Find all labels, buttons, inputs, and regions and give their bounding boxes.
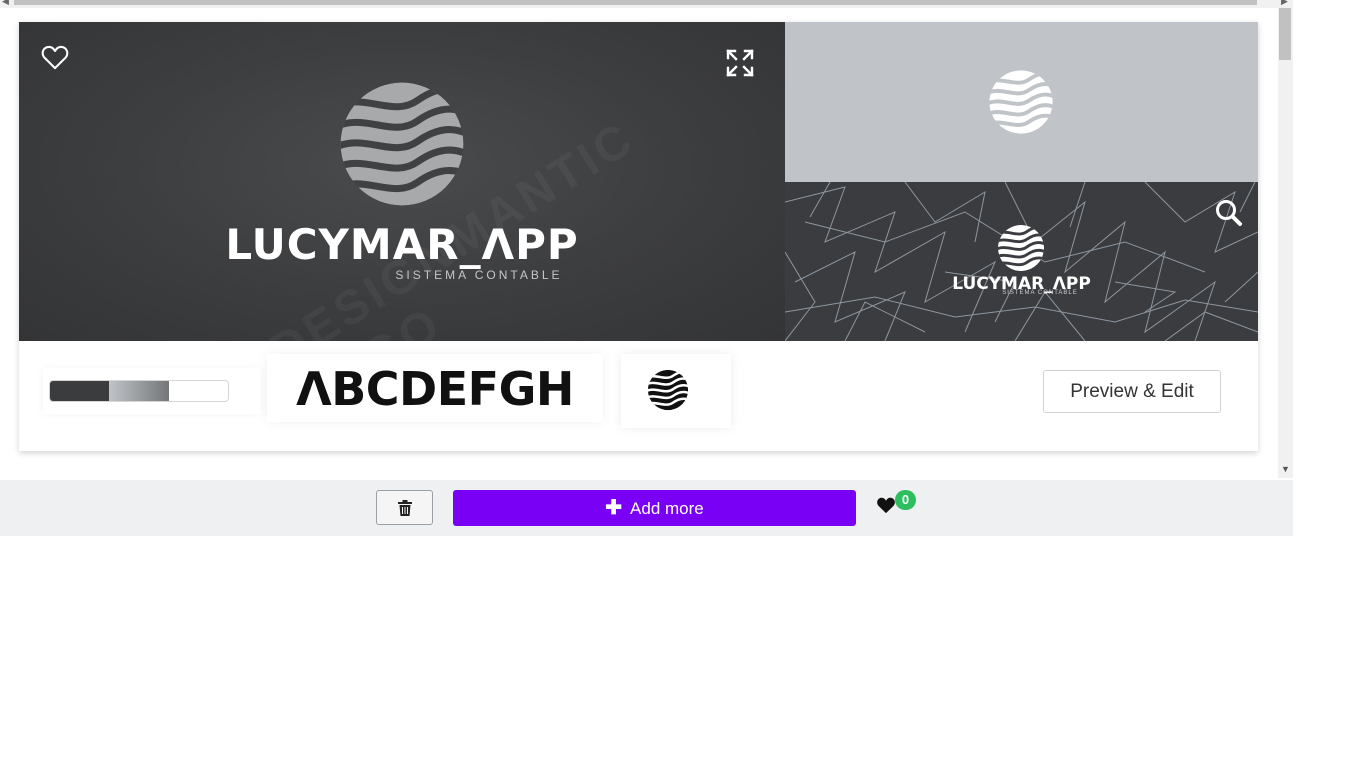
plus-icon: ✚ <box>605 497 623 519</box>
horizontal-scrollbar[interactable]: ◀ ▶ <box>0 0 1293 8</box>
logo-name: LUCYMAR_ΛPP <box>225 220 579 269</box>
logo-sphere-mark <box>989 70 1053 134</box>
light-background-preview[interactable] <box>785 22 1258 182</box>
horizontal-scroll-thumb[interactable] <box>14 0 1257 5</box>
palette-swatch <box>109 381 169 401</box>
palette-swatch <box>168 381 228 401</box>
search-icon[interactable] <box>1213 197 1245 229</box>
pattern-background-preview[interactable]: LUCYMAR_ΛPP SISTEMA CONTABLE <box>785 182 1258 341</box>
add-more-button[interactable]: ✚ Add more <box>453 490 856 526</box>
heart-outline-icon[interactable] <box>41 44 69 70</box>
main-logo-preview[interactable]: DESIGNMANTIC LOGO <box>19 22 785 341</box>
vertical-scroll-thumb[interactable] <box>1279 8 1291 60</box>
add-more-label: Add more <box>630 499 704 518</box>
vertical-scrollbar[interactable]: ▼ <box>1278 8 1293 478</box>
palette-swatch <box>50 381 110 401</box>
logo-card: DESIGNMANTIC LOGO <box>19 22 1258 451</box>
expand-icon[interactable] <box>725 48 755 78</box>
scroll-right-arrow-icon[interactable]: ▶ <box>1281 0 1288 7</box>
color-palette <box>49 380 229 402</box>
logo-tagline: SISTEMA CONTABLE <box>395 268 563 282</box>
logo-sphere-mark <box>340 82 464 206</box>
scroll-down-arrow-icon[interactable]: ▼ <box>1281 464 1290 474</box>
delete-button[interactable] <box>376 490 433 525</box>
icon-preview-card <box>621 354 731 428</box>
scroll-left-arrow-icon[interactable]: ◀ <box>2 0 9 7</box>
bottom-action-bar: ✚ Add more 0 <box>0 480 1293 536</box>
logo-tagline-small: SISTEMA CONTABLE <box>1002 290 1078 296</box>
heart-icon[interactable] <box>876 496 896 514</box>
font-sample-text: ΛBCDEFGH <box>296 362 574 416</box>
font-preview-card: ΛBCDEFGH <box>267 354 603 422</box>
logo-sphere-mark <box>647 369 689 411</box>
logo-sphere-mark <box>997 224 1045 272</box>
favorites-count-badge: 0 <box>895 490 916 510</box>
trash-icon <box>398 500 412 516</box>
preview-edit-button[interactable]: Preview & Edit <box>1043 370 1221 413</box>
